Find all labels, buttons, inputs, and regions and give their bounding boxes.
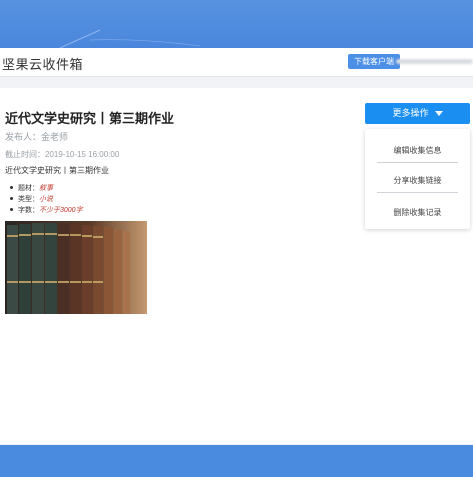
description-title: 近代文学史研究丨第三期作业 — [5, 166, 109, 175]
caret-down-icon — [434, 111, 443, 117]
requirement-label: 题材： — [18, 185, 39, 192]
collection-detail-panel: 近代文学史研究丨第三期作业 发布人：金老师 截止时间：2019-10-15 16… — [0, 88, 473, 444]
menu-item-share-link[interactable]: 分享收集链接 — [365, 175, 470, 186]
more-actions-label: 更多操作 — [392, 108, 429, 118]
top-banner — [0, 0, 473, 48]
more-actions-menu: 编辑收集信息 分享收集链接 删除收集记录 — [365, 129, 470, 229]
download-client-button[interactable]: 下载客户端 — [348, 54, 400, 69]
requirement-item: 字数：不少于3000字 — [6, 205, 83, 216]
bullet-icon — [10, 197, 13, 201]
app-title: 坚果云收件箱 — [2, 57, 84, 72]
banner-decoration — [59, 29, 201, 48]
bullet-icon — [10, 186, 13, 190]
menu-divider — [377, 192, 458, 193]
requirement-value: 不少于3000字 — [39, 207, 83, 214]
requirement-value: 小说 — [39, 196, 53, 203]
books-photo — [5, 221, 147, 314]
more-actions-button[interactable]: 更多操作 — [365, 103, 470, 124]
requirement-item: 题材：叙事 — [6, 183, 83, 194]
form-title: 近代文学史研究丨第三期作业 — [5, 111, 175, 126]
requirement-label: 类型： — [18, 196, 39, 203]
requirement-item: 类型：小说 — [6, 194, 83, 205]
menu-item-delete-record[interactable]: 删除收集记录 — [365, 207, 470, 218]
menu-divider — [377, 162, 458, 163]
requirement-label: 字数： — [18, 207, 39, 214]
bullet-icon — [10, 208, 13, 212]
requirements-list: 题材：叙事 类型：小说 字数：不少于3000字 — [6, 183, 83, 216]
deadline-info: 截止时间：2019-10-15 16:00:00 — [5, 150, 120, 159]
menu-item-edit-collection[interactable]: 编辑收集信息 — [365, 145, 470, 156]
publisher-info: 发布人：金老师 — [5, 132, 69, 142]
bottom-banner — [0, 445, 473, 477]
user-account-area[interactable] — [396, 59, 473, 64]
app-header: 坚果云收件箱 下载客户端 — [0, 48, 473, 77]
requirement-value: 叙事 — [39, 185, 53, 192]
